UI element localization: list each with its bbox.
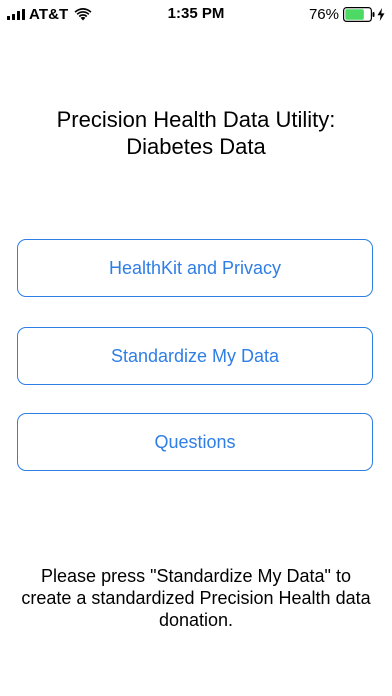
standardize-my-data-button[interactable]: Standardize My Data — [17, 327, 373, 385]
battery-percent: 76% — [308, 5, 339, 23]
page-title-line-2: Diabetes Data — [126, 134, 266, 159]
status-bar: AT&T 1:35 PM 76% — [0, 0, 392, 30]
battery-icon — [343, 6, 375, 22]
status-right: 76% — [309, 5, 385, 23]
page-title-line-1: Precision Health Data Utility: — [56, 107, 336, 132]
healthkit-and-privacy-button[interactable]: HealthKit and Privacy — [17, 239, 373, 297]
charging-bolt-icon — [377, 7, 385, 21]
page-title: Precision Health Data Utility: Diabetes … — [0, 106, 392, 160]
questions-button[interactable]: Questions — [17, 413, 373, 471]
instructions-text: Please press "Standardize My Data" to cr… — [21, 566, 371, 630]
battery-fill — [345, 8, 364, 20]
